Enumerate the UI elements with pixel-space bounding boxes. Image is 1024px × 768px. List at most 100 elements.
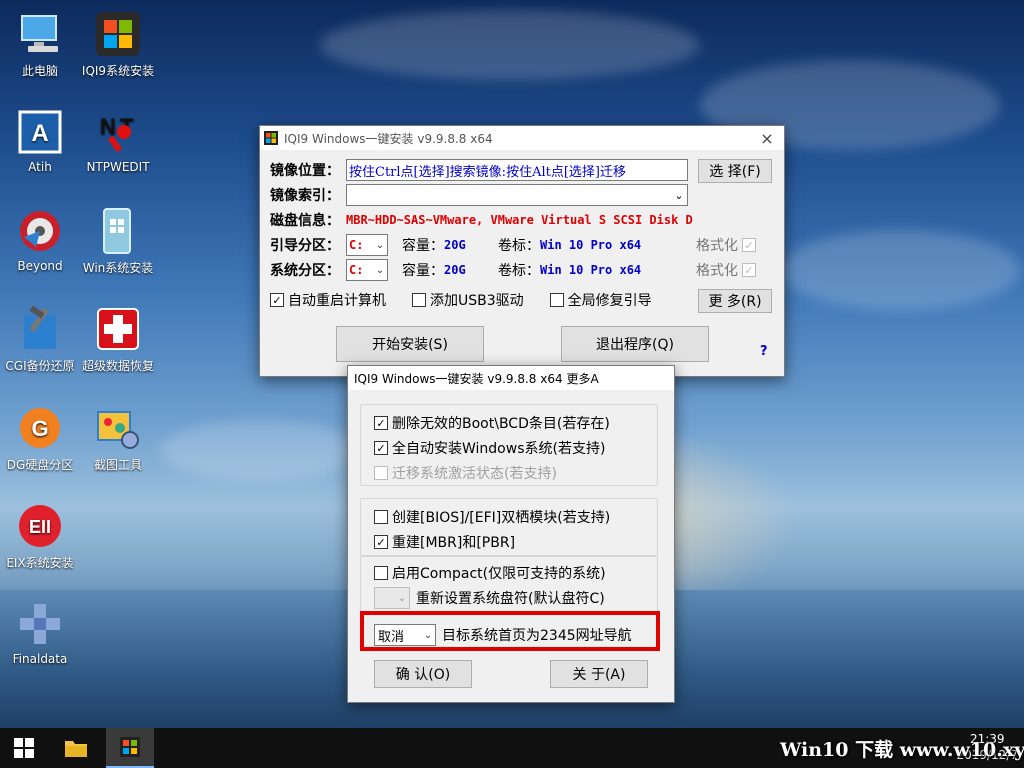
svg-text:G: G: [31, 416, 48, 441]
taskbar-iqi9-app[interactable]: [106, 728, 154, 768]
system-drive-value: C:: [349, 263, 364, 277]
file-explorer-button[interactable]: [52, 728, 100, 768]
desktop-icon-beyond[interactable]: Beyond: [0, 207, 80, 273]
global-repair-label: 全局修复引导: [567, 293, 652, 309]
desktop-icon-label: Beyond: [17, 259, 63, 273]
svg-text:N: N: [100, 114, 116, 139]
more-options-title-bar[interactable]: IQI9 Windows一键安装 v9.9.8.8 x64 更多A: [348, 366, 674, 390]
desktop-icon-label: Finaldata: [12, 652, 68, 666]
title-bar[interactable]: IQI9 Windows一键安装 v9.9.8.8 x64 ×: [260, 126, 784, 150]
eix-install-icon: EII: [16, 502, 64, 550]
image-location-row: 镜像位置： 按住Ctrl点[选择]搜索镜像:按住Alt点[选择]迁移: [270, 159, 688, 181]
chevron-down-icon: ⌄: [375, 239, 385, 251]
desktop-icon-finaldata[interactable]: Finaldata: [0, 600, 80, 666]
image-index-label: 镜像索引：: [270, 188, 340, 204]
about-button[interactable]: 关 于(A): [550, 660, 648, 688]
homepage-label: 目标系统首页为2345网址导航: [442, 628, 632, 644]
finaldata-icon: [16, 600, 64, 648]
desktop-icon-eix-install[interactable]: EII EIX系统安装: [0, 502, 80, 571]
atih-icon: A: [16, 108, 64, 156]
system-capacity-label: 容量：: [402, 263, 444, 279]
option-rebuild-mbr-pbr[interactable]: ✓ 重建[MBR]和[PBR]: [374, 532, 515, 552]
image-location-label: 镜像位置：: [270, 163, 340, 179]
desktop-icon-label: 截图工具: [93, 458, 142, 472]
auto-restart-checkbox[interactable]: ✓: [270, 293, 284, 307]
svg-text:EII: EII: [29, 517, 51, 537]
add-usb3-checkbox[interactable]: [412, 293, 426, 307]
watermark-text: Win10 下载 www.w10.xyz: [780, 739, 1024, 761]
help-icon[interactable]: ?: [760, 344, 768, 359]
confirm-button[interactable]: 确 认(O): [374, 660, 472, 688]
rebuild-mbr-pbr-checkbox[interactable]: ✓: [374, 535, 388, 549]
auto-install-checkbox[interactable]: ✓: [374, 441, 388, 455]
app-logo-icon: [264, 131, 278, 145]
disk-info-row: 磁盘信息： MBR~HDD~SAS~VMware, VMware Virtual…: [270, 209, 693, 231]
boot-drive-select[interactable]: C: ⌄: [346, 234, 388, 256]
desktop-icon-label: Win系统安装: [82, 261, 154, 275]
boot-capacity-value: 20G: [444, 238, 466, 252]
system-volume-value: Win 10 Pro x64: [540, 263, 642, 277]
desktop-icon-ntpwedit[interactable]: NT NTPWEDIT: [78, 108, 158, 174]
window-title: IQI9 Windows一键安装 v9.9.8.8 x64: [284, 131, 493, 146]
desktop-icon-this-pc[interactable]: 此电脑: [0, 10, 80, 79]
desktop-icon-label: EIX系统安装: [6, 556, 74, 570]
desktop-icon-label: CGI备份还原: [5, 359, 75, 373]
desktop-icon-dg-partition[interactable]: G DG硬盘分区: [0, 404, 80, 473]
win-install-icon: [94, 207, 142, 255]
folder-icon: [65, 741, 87, 757]
desktop-icon-atih[interactable]: A Atih: [0, 108, 80, 174]
option-delete-bcd[interactable]: ✓ 删除无效的Boot\BCD条目(若存在): [374, 413, 610, 433]
desktop-icon-win-install[interactable]: Win系统安装: [78, 207, 158, 276]
image-location-input[interactable]: 按住Ctrl点[选择]搜索镜像:按住Alt点[选择]迁移: [346, 159, 688, 181]
boot-capacity-label: 容量：: [402, 238, 444, 254]
option-auto-install[interactable]: ✓ 全自动安装Windows系统(若支持): [374, 438, 605, 458]
desktop-icon-iqi9-install[interactable]: IQI9系统安装: [78, 10, 158, 79]
option-dual-boot-module[interactable]: 创建[BIOS]/[EFI]双栖模块(若支持): [374, 507, 610, 527]
dual-boot-module-checkbox[interactable]: [374, 510, 388, 524]
more-button[interactable]: 更 多(R): [698, 289, 772, 313]
option-label: 重建[MBR]和[PBR]: [392, 535, 516, 551]
desktop-icon-cgi-backup[interactable]: CGI备份还原: [0, 305, 80, 374]
disk-info-label: 磁盘信息：: [270, 213, 340, 229]
enable-compact-checkbox[interactable]: [374, 566, 388, 580]
system-drive-select[interactable]: C: ⌄: [346, 259, 388, 281]
global-repair-checkbox[interactable]: [549, 293, 564, 307]
boot-partition-label: 引导分区：: [270, 238, 340, 254]
select-button[interactable]: 选 择(F): [698, 159, 772, 183]
computer-icon: [16, 10, 64, 58]
system-partition-row: 系统分区： C: ⌄ 容量： 20G 卷标： Win 10 Pro x64 格式…: [270, 259, 770, 281]
close-icon[interactable]: ×: [750, 129, 784, 148]
option-enable-compact[interactable]: 启用Compact(仅限可支持的系统): [374, 563, 606, 583]
cgi-backup-icon: [16, 305, 64, 353]
desktop-icon-screenshot-tool[interactable]: 截图工具: [78, 404, 158, 473]
start-install-button[interactable]: 开始安装(S): [336, 326, 484, 362]
option-label: 删除无效的Boot\BCD条目(若存在): [392, 416, 610, 432]
desktop-icon-label: NTPWEDIT: [86, 160, 150, 174]
first-aid-icon: [94, 305, 142, 353]
desktop-icon-label: 此电脑: [21, 64, 58, 78]
more-options-window: IQI9 Windows一键安装 v9.9.8.8 x64 更多A ✓ 删除无效…: [347, 365, 675, 703]
add-usb3-label: 添加USB3驱动: [430, 293, 524, 309]
more-options-title: IQI9 Windows一键安装 v9.9.8.8 x64 更多A: [354, 371, 599, 386]
homepage-select[interactable]: 取消 ⌄: [374, 624, 436, 646]
system-volume-label: 卷标：: [498, 263, 540, 279]
reset-drive-row: ⌄ 重新设置系统盘符(默认盘符C): [374, 587, 605, 609]
windows-start-icon: [14, 738, 34, 758]
delete-bcd-checkbox[interactable]: ✓: [374, 416, 388, 430]
image-index-row: 镜像索引： ⌄: [270, 184, 688, 206]
option-label: 迁移系统激活状态(若支持): [392, 466, 557, 482]
option-label: 全自动安装Windows系统(若支持): [392, 441, 606, 457]
option-label: 创建[BIOS]/[EFI]双栖模块(若支持): [392, 510, 611, 526]
boot-volume-value: Win 10 Pro x64: [540, 238, 642, 252]
desktop-icon-label: DG硬盘分区: [6, 458, 74, 472]
image-index-select[interactable]: ⌄: [346, 184, 688, 206]
exit-button[interactable]: 退出程序(Q): [561, 326, 709, 362]
desktop-icon-data-recovery[interactable]: 超级数据恢复: [78, 305, 158, 374]
system-format-checkbox: ✓: [742, 263, 756, 277]
desktop-icon-label: Atih: [28, 160, 52, 174]
reset-drive-select[interactable]: ⌄: [374, 587, 410, 609]
start-button[interactable]: [0, 728, 48, 768]
system-format-label: 格式化: [696, 263, 738, 279]
boot-volume-label: 卷标：: [498, 238, 540, 254]
option-label: 启用Compact(仅限可支持的系统): [392, 566, 606, 582]
